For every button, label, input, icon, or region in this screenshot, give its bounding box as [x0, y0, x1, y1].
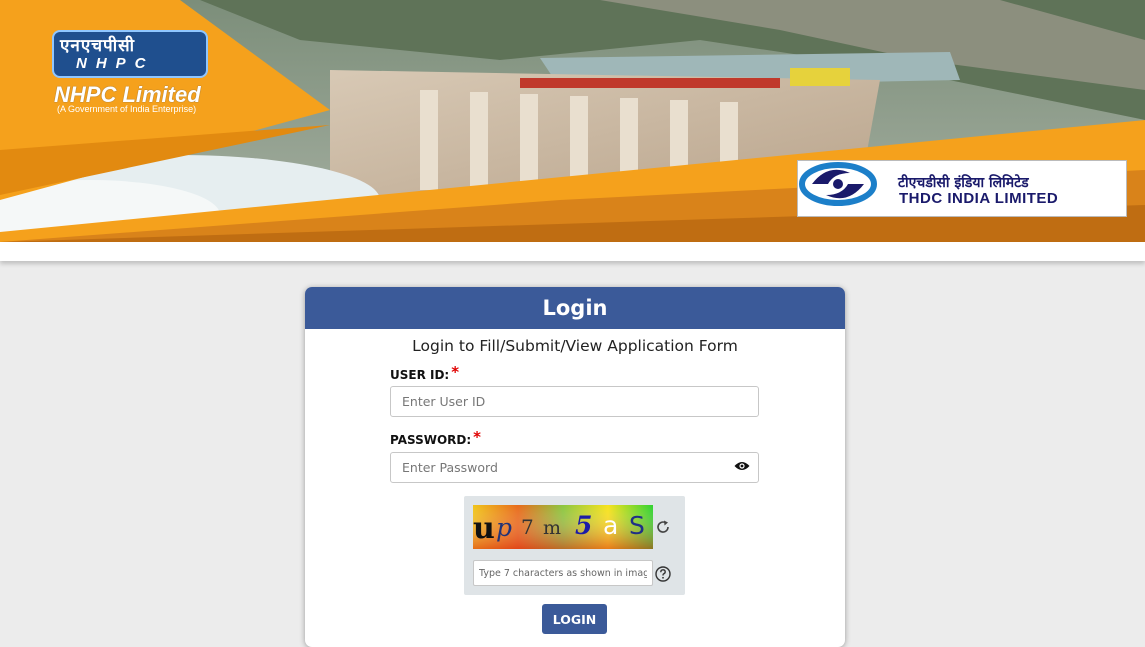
- thdc-logo: टीएचडीसी इंडिया लिमिटेड THDC INDIA LIMIT…: [797, 160, 1127, 217]
- refresh-icon[interactable]: [655, 519, 671, 535]
- captcha-characters: u p 7 m 5 a S: [473, 511, 653, 547]
- nhpc-company-subtitle: (A Government of India Enterprise): [57, 104, 197, 114]
- captcha-panel: u p 7 m 5 a S: [464, 496, 685, 595]
- login-button[interactable]: LOGIN: [542, 604, 607, 634]
- banner-divider: [0, 242, 1145, 261]
- user-id-label: USER ID: *: [390, 363, 460, 383]
- captcha-char: m: [543, 517, 562, 539]
- required-asterisk: *: [451, 363, 460, 381]
- user-id-input[interactable]: [390, 386, 759, 417]
- captcha-input[interactable]: [473, 560, 653, 586]
- captcha-char: 5: [575, 511, 593, 540]
- required-asterisk: *: [473, 428, 482, 446]
- captcha-char: p: [496, 513, 513, 542]
- captcha-image: u p 7 m 5 a S: [473, 505, 653, 549]
- nhpc-logo-hindi: एनएचपीसी: [60, 36, 135, 56]
- login-card: Login Login to Fill/Submit/View Applicat…: [305, 287, 845, 647]
- login-card-title: Login: [305, 287, 845, 329]
- captcha-char: S: [629, 511, 645, 540]
- question-circle-icon[interactable]: [655, 566, 671, 582]
- thdc-logo-english: THDC INDIA LIMITED: [899, 190, 1059, 207]
- nhpc-logo: एनएचपीसी NHPC: [52, 30, 212, 80]
- password-label: PASSWORD: *: [390, 428, 482, 448]
- nhpc-logo-english: NHPC: [76, 55, 155, 72]
- eye-icon[interactable]: [734, 461, 750, 471]
- thdc-emblem-icon: [799, 162, 877, 206]
- password-label-text: PASSWORD:: [390, 433, 472, 447]
- user-id-label-text: USER ID:: [390, 368, 450, 382]
- password-input[interactable]: [390, 452, 759, 483]
- header-banner: एनएचपीसी NHPC NHPC Limited (A Government…: [0, 0, 1145, 242]
- captcha-char: u: [473, 511, 495, 546]
- login-subtitle: Login to Fill/Submit/View Application Fo…: [412, 337, 738, 355]
- captcha-char: 7: [521, 515, 534, 539]
- captcha-char: a: [603, 511, 619, 540]
